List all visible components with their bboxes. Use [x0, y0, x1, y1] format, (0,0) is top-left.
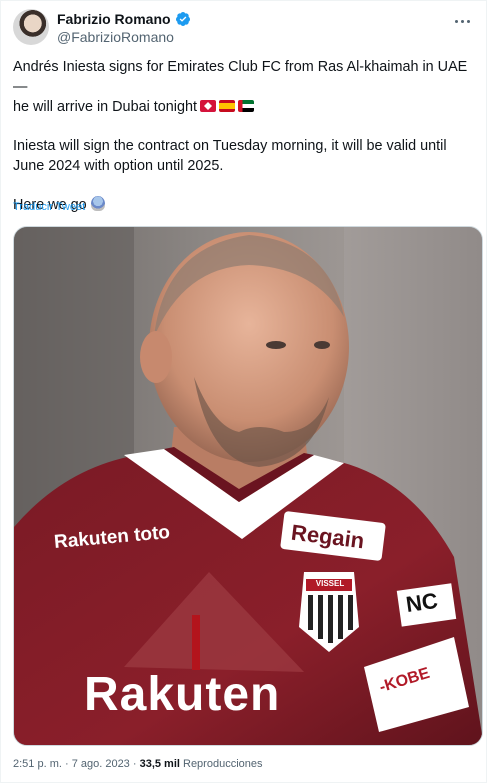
tweet-line-2-text: he will arrive in Dubai tonight	[13, 99, 197, 115]
verified-badge-icon	[175, 12, 190, 26]
tweet-header: Fabrizio Romano @FabrizioRomano	[13, 9, 474, 49]
ras-al-khaimah-flag-icon	[199, 100, 216, 112]
translate-tweet-link[interactable]: Traducir Tweet	[13, 201, 85, 213]
author-name[interactable]: Fabrizio Romano	[57, 11, 171, 27]
sleeve-text: NC	[404, 587, 440, 618]
tweet-line-2: he will arrive in Dubai tonight	[13, 97, 470, 117]
tweet-line-4: June 2024 with option until 2025.	[13, 158, 224, 174]
tweet-line-1: Andrés Iniesta signs for Emirates Club F…	[13, 59, 468, 95]
uae-flag-icon	[237, 100, 254, 112]
main-sponsor-text: Rakuten	[84, 668, 281, 721]
author-name-row: Fabrizio Romano	[57, 11, 191, 27]
club-badge-text: VISSEL	[315, 579, 345, 588]
tweet-meta: 2:51 p. m. · 7 ago. 2023 · 33,5 mil Repr…	[13, 758, 263, 770]
author-handle[interactable]: @FabrizioRomano	[57, 29, 174, 45]
views-count: 33,5 mil	[139, 758, 180, 770]
spain-flag-icon	[218, 100, 235, 112]
views-label: Reproducciones	[179, 758, 263, 770]
tweet-photo[interactable]: Rakuten toto Regain VISSEL Rakuten NC -K…	[13, 226, 483, 746]
tweet-line-3: Iniesta will sign the contract on Tuesda…	[13, 138, 447, 154]
globe-emoji-icon	[90, 196, 105, 211]
tweet-card: Fabrizio Romano @FabrizioRomano Andrés I…	[0, 0, 487, 783]
avatar[interactable]	[13, 9, 49, 45]
more-options-icon[interactable]	[450, 9, 474, 33]
tweet-timestamp[interactable]: 2:51 p. m. · 7 ago. 2023 ·	[13, 758, 140, 770]
tweet-text: Andrés Iniesta signs for Emirates Club F…	[13, 57, 470, 215]
